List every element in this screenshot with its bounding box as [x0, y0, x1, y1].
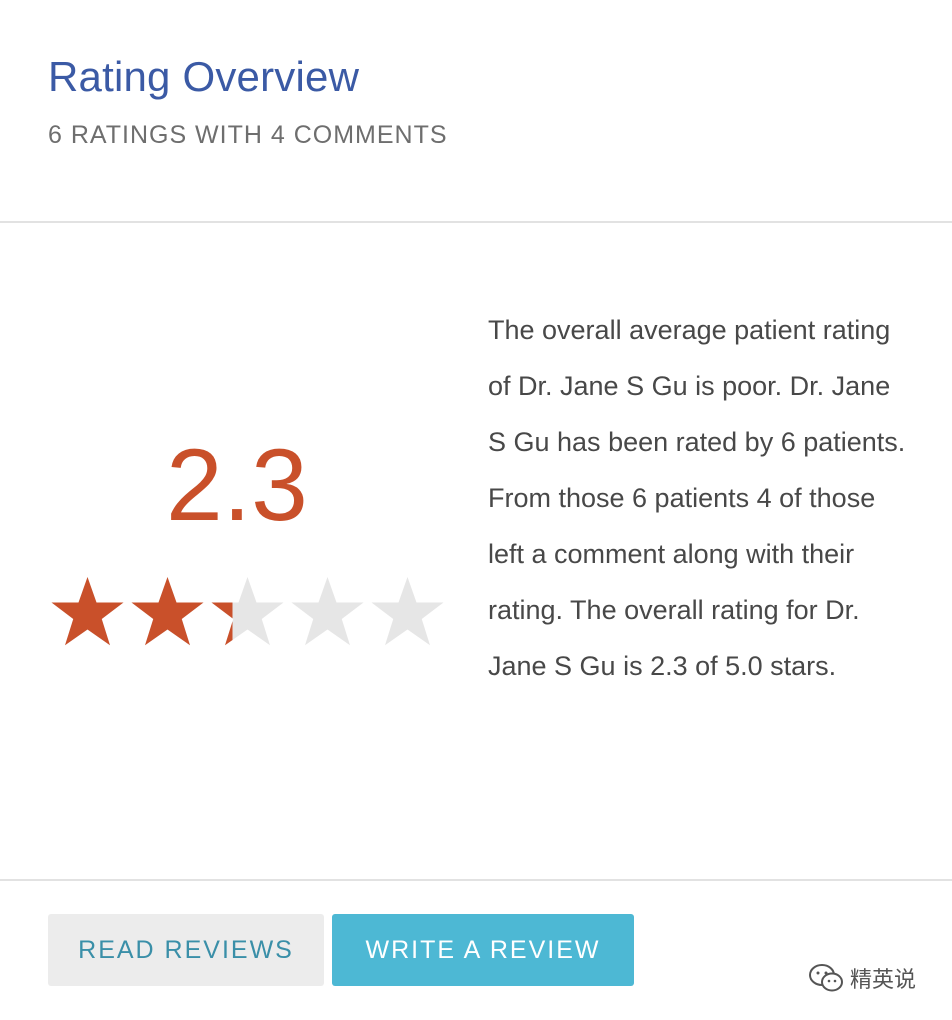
ratings-count-subtitle: 6 RATINGS WITH 4 COMMENTS — [48, 121, 448, 149]
page-title: Rating Overview — [48, 53, 360, 100]
star-icon — [291, 577, 364, 646]
star-rating — [50, 574, 450, 654]
star-icon — [371, 577, 444, 646]
header-divider — [0, 221, 952, 223]
rating-description: The overall average patient rating of Dr… — [488, 315, 906, 681]
footer-divider — [0, 879, 952, 881]
star-icon — [51, 577, 124, 646]
star-icon — [131, 577, 204, 646]
watermark: 精英说 — [808, 962, 916, 994]
write-review-button[interactable]: WRITE A REVIEW — [332, 914, 634, 986]
star-icon — [211, 577, 284, 646]
read-reviews-button[interactable]: READ REVIEWS — [48, 914, 324, 986]
watermark-text: 精英说 — [850, 967, 917, 992]
wechat-icon — [809, 964, 843, 992]
rating-overview-header: Rating Overview 6 RATINGS WITH 4 COMMENT… — [48, 50, 448, 151]
average-score: 2.3 — [166, 428, 308, 542]
